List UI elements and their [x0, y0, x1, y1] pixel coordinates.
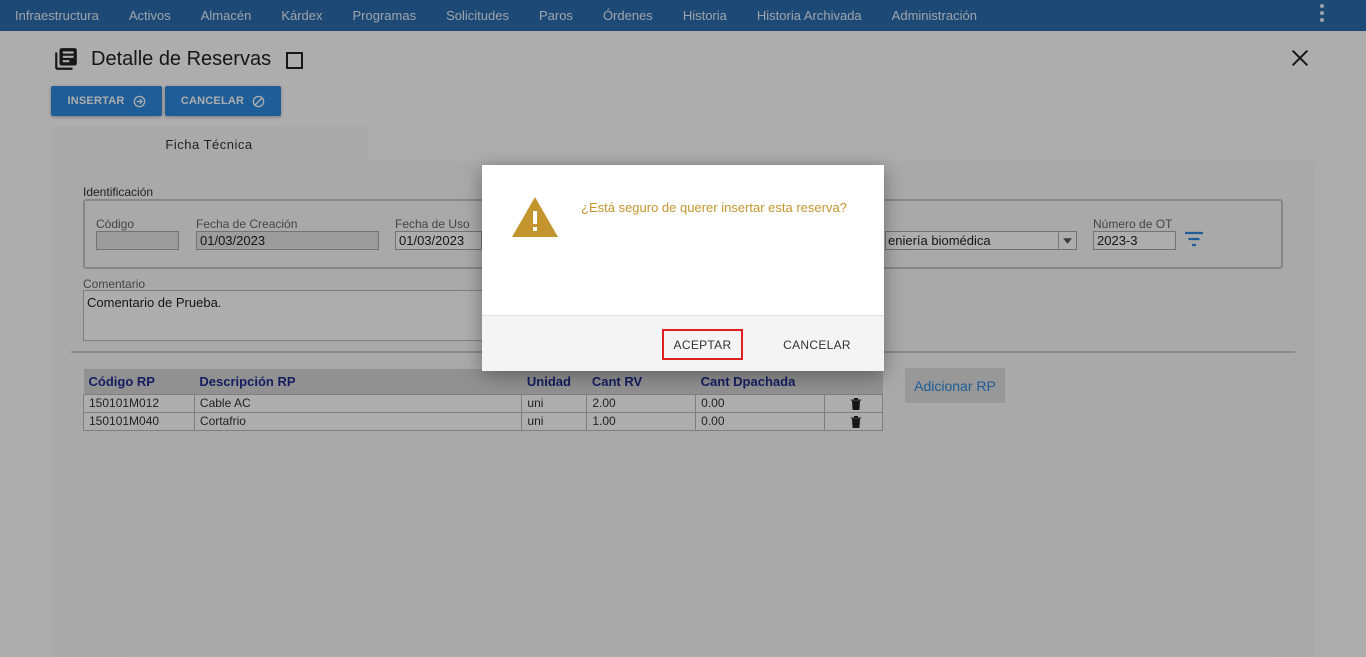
accept-button[interactable]: ACEPTAR — [662, 329, 743, 360]
dialog-message: ¿Está seguro de querer insertar esta res… — [581, 200, 847, 215]
warning-icon — [512, 197, 558, 237]
dialog-footer: ACEPTAR CANCELAR — [482, 315, 884, 371]
dialog-cancel-button[interactable]: CANCELAR — [777, 329, 857, 360]
confirm-dialog: ¿Está seguro de querer insertar esta res… — [482, 165, 884, 371]
